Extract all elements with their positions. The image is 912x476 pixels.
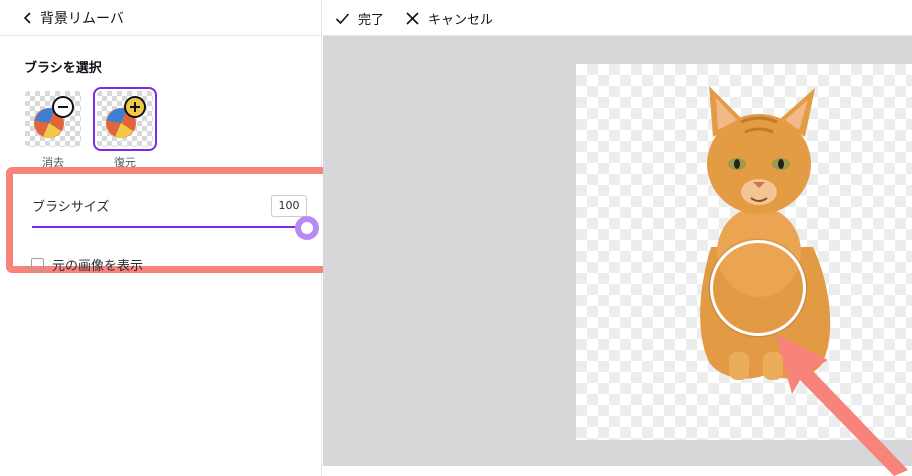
show-original-label: 元の画像を表示 <box>52 259 144 274</box>
close-icon <box>406 11 419 25</box>
brush-section-title: ブラシを選択 <box>24 61 102 76</box>
background-remover-app: 背景リムーバ ブラシを選択 消去 復元 ブラシサイズ 100 元の画像を表示 完… <box>0 0 912 476</box>
restore-brush-button[interactable] <box>93 87 157 151</box>
brush-cursor <box>710 240 806 336</box>
show-original-checkbox[interactable]: 元の画像を表示 <box>31 255 143 274</box>
brush-size-highlight: ブラシサイズ 100 元の画像を表示 <box>6 167 330 274</box>
brush-size-input[interactable]: 100 <box>271 195 307 217</box>
erase-brush-icon <box>25 91 81 147</box>
panel-title: 背景リムーバ <box>40 10 124 27</box>
chevron-left-icon <box>23 11 31 24</box>
cancel-button[interactable]: キャンセル <box>405 0 493 36</box>
back-button[interactable]: 背景リムーバ <box>0 0 322 36</box>
brush-size-slider-thumb[interactable] <box>295 216 319 240</box>
done-button[interactable]: 完了 <box>335 0 384 36</box>
brush-size-label: ブラシサイズ <box>32 200 110 215</box>
done-label: 完了 <box>358 12 385 28</box>
annotation-arrow <box>776 334 908 476</box>
checkbox-box[interactable] <box>31 258 44 271</box>
erase-brush-button[interactable] <box>25 91 81 147</box>
check-icon <box>335 12 350 24</box>
tool-panel: 背景リムーバ ブラシを選択 消去 復元 ブラシサイズ 100 元の画像を表示 <box>0 0 330 476</box>
cancel-label: キャンセル <box>428 12 494 28</box>
editor-toolbar: 完了 キャンセル <box>323 0 912 36</box>
brush-size-slider-track[interactable] <box>32 226 308 228</box>
restore-brush-icon <box>97 91 153 147</box>
